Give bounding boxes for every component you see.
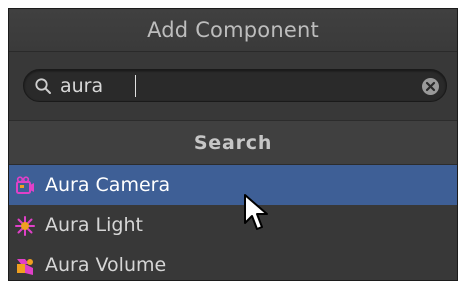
list-item-aura-volume[interactable]: Aura Volume xyxy=(9,245,457,280)
search-row xyxy=(9,52,457,120)
list-item-aura-light[interactable]: Aura Light xyxy=(9,205,457,245)
add-component-panel: Add Component Search xyxy=(8,8,458,281)
panel-title: Add Component xyxy=(9,9,457,52)
volume-icon xyxy=(17,259,33,275)
search-input[interactable] xyxy=(60,74,400,98)
list-item-aura-camera[interactable]: Aura Camera xyxy=(9,165,457,205)
results-list: Aura Camera Aura Light Aura Volume xyxy=(9,165,457,280)
section-header: Search xyxy=(9,120,457,165)
search-field[interactable] xyxy=(23,69,447,102)
search-icon xyxy=(35,78,51,94)
list-item-label: Aura Volume xyxy=(45,254,167,276)
clear-icon[interactable] xyxy=(421,77,440,96)
list-item-label: Aura Light xyxy=(45,214,143,236)
camera-icon xyxy=(16,176,34,194)
list-item-label: Aura Camera xyxy=(45,174,171,196)
light-icon xyxy=(15,216,35,236)
text-caret xyxy=(135,75,136,97)
